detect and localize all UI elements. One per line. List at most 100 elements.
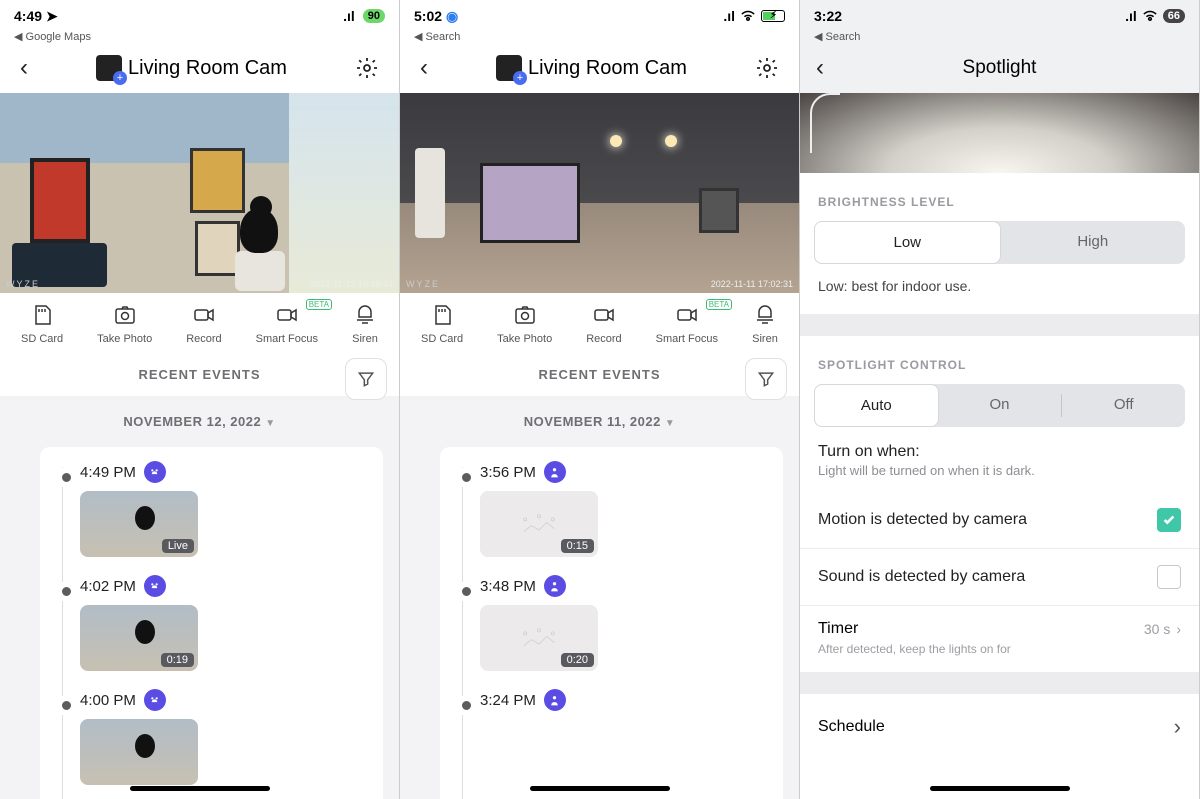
spotlight-control-segmented: Auto On Off xyxy=(814,384,1185,427)
settings-gear-icon[interactable] xyxy=(755,56,779,80)
record-button[interactable]: Record xyxy=(186,303,221,345)
filter-button[interactable] xyxy=(745,358,787,400)
location-arrow-icon: ➤ xyxy=(46,8,58,25)
filter-button[interactable] xyxy=(345,358,387,400)
event-item[interactable]: 3:48 PM 0:20 xyxy=(474,575,763,671)
cell-signal-icon: .ıl xyxy=(343,8,355,24)
sd-card-button[interactable]: SD Card xyxy=(21,303,63,345)
back-breadcrumb[interactable]: ◀ Google Maps xyxy=(0,30,399,43)
status-time: 4:49 xyxy=(14,8,42,24)
page-title: Spotlight xyxy=(963,57,1037,79)
event-item[interactable]: 4:00 PM xyxy=(74,689,363,785)
person-icon xyxy=(544,575,566,597)
page-header: ‹ Living Room Cam xyxy=(0,43,399,93)
record-button[interactable]: Record xyxy=(586,303,621,345)
status-time: 5:02 xyxy=(414,8,442,24)
home-indicator xyxy=(930,786,1070,791)
timer-row[interactable]: Timer 30 s› xyxy=(800,606,1199,642)
wifi-icon xyxy=(739,8,757,25)
page-title: Living Room Cam xyxy=(496,55,687,81)
event-item[interactable]: 4:49 PM Live xyxy=(74,461,363,557)
camera-device-icon xyxy=(96,55,122,81)
beta-badge: BETA xyxy=(706,299,732,310)
siren-button[interactable]: Siren xyxy=(752,303,778,345)
event-thumbnail[interactable]: Live xyxy=(80,491,198,557)
sound-trigger-row[interactable]: Sound is detected by camera xyxy=(800,549,1199,606)
siren-button[interactable]: Siren xyxy=(352,303,378,345)
turn-on-subtitle: Light will be turned on when it is dark. xyxy=(800,463,1199,492)
event-thumbnail[interactable]: 0:19 xyxy=(80,605,198,671)
pet-icon xyxy=(144,575,166,597)
control-off-option[interactable]: Off xyxy=(1062,384,1185,427)
events-date-header[interactable]: NOVEMBER 12, 2022▼ xyxy=(0,396,399,447)
event-thumbnail[interactable]: 0:20 xyxy=(480,605,598,671)
back-chevron-icon[interactable]: ‹ xyxy=(420,54,428,82)
chevron-down-icon: ▼ xyxy=(265,418,275,429)
turn-on-title: Turn on when: xyxy=(800,427,1199,463)
video-brand: WYZE xyxy=(406,279,440,289)
smart-focus-button[interactable]: BETASmart Focus xyxy=(656,303,718,345)
page-header: ‹ Spotlight xyxy=(800,43,1199,93)
brightness-high-option[interactable]: High xyxy=(1001,221,1186,264)
wifi-icon xyxy=(1141,8,1159,25)
status-time: 3:22 xyxy=(814,8,842,24)
events-list[interactable]: 4:49 PM Live 4:02 PM 0:19 4:00 PM xyxy=(0,447,399,799)
smart-focus-button[interactable]: BETASmart Focus xyxy=(256,303,318,345)
camera-device-icon xyxy=(496,55,522,81)
location-circle-icon: ◉ xyxy=(446,8,458,25)
event-item[interactable]: 3:56 PM 0:15 xyxy=(474,461,763,557)
event-thumbnail[interactable]: 0:15 xyxy=(480,491,598,557)
beta-badge: BETA xyxy=(306,299,332,310)
person-icon xyxy=(544,689,566,711)
page-header: ‹ Living Room Cam xyxy=(400,43,799,93)
sd-card-button[interactable]: SD Card xyxy=(421,303,463,345)
control-auto-option[interactable]: Auto xyxy=(814,384,939,427)
battery-charging-icon: ⚡︎ xyxy=(761,10,785,22)
motion-trigger-row[interactable]: Motion is detected by camera xyxy=(800,492,1199,549)
back-breadcrumb[interactable]: ◀ Search xyxy=(800,30,1199,43)
back-chevron-icon[interactable]: ‹ xyxy=(816,54,824,82)
camera-toolbar: SD Card Take Photo Record BETASmart Focu… xyxy=(0,293,399,353)
spotlight-control-section-label: SPOTLIGHT CONTROL xyxy=(800,336,1199,384)
event-thumbnail[interactable] xyxy=(80,719,198,785)
take-photo-button[interactable]: Take Photo xyxy=(97,303,152,345)
live-video-feed[interactable]: WYZE 2022-11-11 17:02:31 xyxy=(400,93,799,293)
phone-panel-1: 4:49 ➤ .ıl 90 ◀ Google Maps ‹ Living Roo… xyxy=(0,0,400,799)
settings-gear-icon[interactable] xyxy=(355,56,379,80)
back-chevron-icon[interactable]: ‹ xyxy=(20,54,28,82)
cell-signal-icon: .ıl xyxy=(1125,8,1137,24)
video-timestamp: 2022-11-12 16:49:44 xyxy=(310,279,393,289)
timer-subtitle: After detected, keep the lights on for xyxy=(800,642,1199,672)
battery-indicator: 90 xyxy=(363,9,385,23)
home-indicator xyxy=(130,786,270,791)
pet-icon xyxy=(144,689,166,711)
phone-panel-2: 5:02 ◉ .ıl ⚡︎ ◀ Search ‹ Living Room Cam… xyxy=(400,0,800,799)
schedule-row[interactable]: Schedule › xyxy=(800,672,1199,760)
brightness-low-option[interactable]: Low xyxy=(814,221,1001,264)
cell-signal-icon: .ıl xyxy=(723,8,735,24)
live-video-feed[interactable]: WYZE 2022-11-12 16:49:44 xyxy=(0,93,399,293)
take-photo-button[interactable]: Take Photo xyxy=(497,303,552,345)
checkbox-checked-icon[interactable] xyxy=(1157,508,1181,532)
home-indicator xyxy=(530,786,670,791)
video-brand: WYZE xyxy=(6,279,40,289)
events-list[interactable]: 3:56 PM 0:15 3:48 PM 0:20 3:24 PM xyxy=(400,447,799,799)
checkbox-empty-icon[interactable] xyxy=(1157,565,1181,589)
event-item[interactable]: 3:24 PM xyxy=(474,689,763,711)
status-bar: 3:22 .ıl 66 xyxy=(800,0,1199,32)
section-divider xyxy=(800,314,1199,336)
person-icon xyxy=(544,461,566,483)
battery-indicator: 66 xyxy=(1163,9,1185,23)
chevron-right-icon: › xyxy=(1174,714,1181,740)
video-timestamp: 2022-11-11 17:02:31 xyxy=(711,279,793,289)
recent-events-header: RECENT EVENTS xyxy=(0,353,399,396)
chevron-right-icon: › xyxy=(1176,621,1181,637)
status-bar: 4:49 ➤ .ıl 90 xyxy=(0,0,399,32)
back-breadcrumb[interactable]: ◀ Search xyxy=(400,30,799,43)
page-title: Living Room Cam xyxy=(96,55,287,81)
event-item[interactable]: 4:02 PM 0:19 xyxy=(74,575,363,671)
events-date-header[interactable]: NOVEMBER 11, 2022▼ xyxy=(400,396,799,447)
control-on-option[interactable]: On xyxy=(939,384,1062,427)
brightness-hint: Low: best for indoor use. xyxy=(800,264,1199,314)
phone-panel-3: 3:22 .ıl 66 ◀ Search ‹ Spotlight BRIGHTN… xyxy=(800,0,1200,799)
